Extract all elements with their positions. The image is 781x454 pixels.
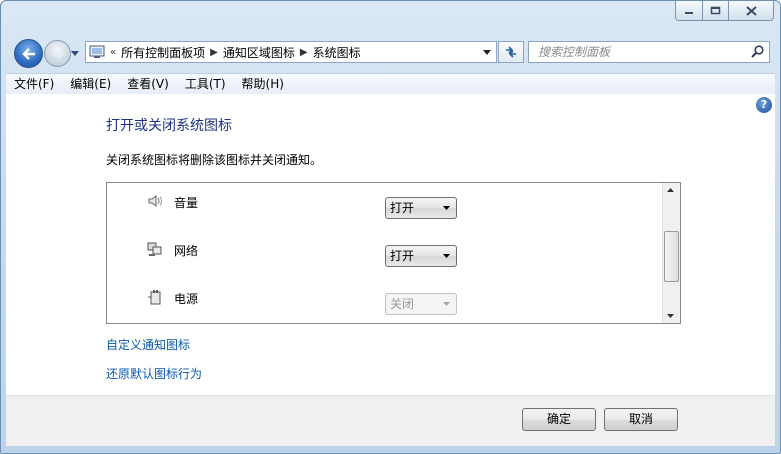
address-dropdown-icon[interactable] (483, 50, 491, 55)
menu-file[interactable]: 文件(F) (6, 74, 62, 94)
minimize-button[interactable] (675, 1, 703, 21)
refresh-button[interactable] (498, 41, 524, 63)
chevron-down-icon (443, 302, 450, 306)
icon-name: 网络 (174, 244, 199, 258)
power-behavior-select: 关闭 (385, 293, 457, 315)
scroll-down-icon[interactable] (667, 314, 674, 318)
help-icon[interactable]: ? (756, 97, 772, 113)
page-description: 关闭系统图标将删除该图标并关闭通知。 (106, 153, 323, 167)
minimize-icon (685, 11, 693, 14)
breadcrumb-separator-icon[interactable]: ▶ (300, 47, 308, 58)
close-button[interactable] (729, 1, 774, 21)
select-value: 打开 (390, 249, 415, 263)
select-value: 关闭 (390, 297, 415, 311)
chevron-down-icon (71, 50, 79, 56)
list-item: 电源 关闭 (107, 277, 663, 323)
navigation-bar: « 所有控制面板项 ▶ 通知区域图标 ▶ 系统图标 搜索控制面板 (1, 37, 780, 68)
control-panel-icon (89, 45, 105, 58)
address-overflow[interactable]: « (110, 47, 116, 58)
chevron-down-icon (443, 206, 450, 210)
menu-edit[interactable]: 编辑(E) (62, 74, 119, 94)
network-icon (147, 242, 162, 256)
back-button[interactable] (14, 39, 43, 68)
button-bar: 确定 取消 (6, 395, 775, 446)
system-icons-list[interactable]: 音量 打开 网络 打开 电源 关闭 (106, 182, 681, 324)
recent-pages-button[interactable] (71, 49, 79, 57)
refresh-icon (506, 46, 516, 58)
search-input[interactable]: 搜索控制面板 (528, 41, 770, 63)
menu-help[interactable]: 帮助(H) (234, 74, 292, 94)
icon-name: 电源 (174, 292, 199, 306)
search-icon[interactable] (751, 45, 764, 58)
page-title: 打开或关闭系统图标 (106, 118, 232, 134)
volume-behavior-select[interactable]: 打开 (385, 197, 457, 219)
customize-notification-icons-link[interactable]: 自定义通知图标 (106, 336, 190, 353)
icon-name: 音量 (174, 196, 199, 210)
list-item: 音量 打开 (107, 183, 663, 229)
scroll-thumb[interactable] (664, 231, 679, 282)
control-panel-window: « 所有控制面板项 ▶ 通知区域图标 ▶ 系统图标 搜索控制面板 文件(F) 编… (0, 0, 781, 454)
caption-buttons (675, 1, 774, 22)
content-area: ? 打开或关闭系统图标 关闭系统图标将删除该图标并关闭通知。 音量 打开 网络 … (6, 94, 775, 395)
back-arrow-icon (21, 47, 35, 60)
breadcrumb-all-items[interactable]: 所有控制面板项 (121, 44, 205, 61)
network-behavior-select[interactable]: 打开 (385, 245, 457, 267)
power-icon (148, 290, 161, 305)
menu-view[interactable]: 查看(V) (119, 74, 177, 94)
restore-default-icon-behaviors-link[interactable]: 还原默认图标行为 (106, 365, 202, 382)
list-item: 网络 打开 (107, 229, 663, 277)
chevron-down-icon (443, 254, 450, 258)
close-icon (745, 5, 757, 16)
ok-button[interactable]: 确定 (522, 408, 596, 431)
maximize-button[interactable] (703, 1, 729, 21)
breadcrumb-system-icons[interactable]: 系统图标 (313, 44, 361, 61)
breadcrumb-separator-icon[interactable]: ▶ (210, 47, 218, 58)
vertical-scrollbar[interactable] (662, 183, 680, 323)
select-value: 打开 (390, 201, 415, 215)
menu-bar: 文件(F) 编辑(E) 查看(V) 工具(T) 帮助(H) (6, 73, 775, 94)
speaker-icon (148, 195, 162, 207)
cancel-button[interactable]: 取消 (604, 408, 678, 431)
search-placeholder: 搜索控制面板 (538, 45, 611, 59)
menu-tools[interactable]: 工具(T) (177, 74, 234, 94)
breadcrumb-notification-icons[interactable]: 通知区域图标 (223, 44, 295, 61)
maximize-icon (710, 6, 721, 15)
address-bar[interactable]: « 所有控制面板项 ▶ 通知区域图标 ▶ 系统图标 (85, 41, 497, 63)
scroll-up-icon[interactable] (667, 188, 674, 192)
forward-arrow-icon (51, 48, 63, 59)
forward-button[interactable] (44, 40, 71, 67)
